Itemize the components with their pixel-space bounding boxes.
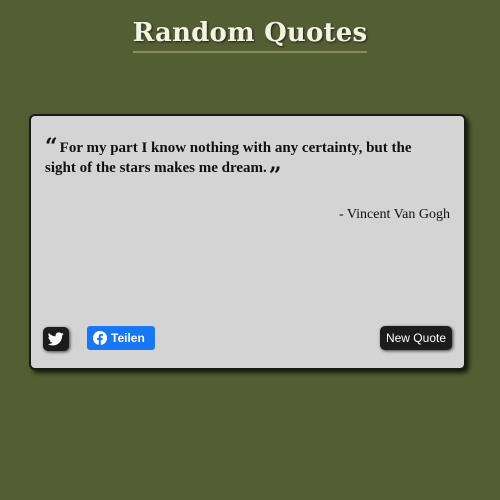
facebook-share-button[interactable]: Teilen <box>87 326 155 350</box>
close-quote-icon: ” <box>268 163 282 189</box>
title-container: Random Quotes <box>0 16 500 53</box>
quote-block: “For my part I know nothing with any cer… <box>45 136 445 187</box>
quote-card: “For my part I know nothing with any cer… <box>29 114 466 370</box>
share-button-label: Teilen <box>111 331 145 345</box>
new-quote-button[interactable]: New Quote <box>379 326 452 350</box>
quote-author: - Vincent Van Gogh <box>338 207 450 222</box>
open-quote-icon: “ <box>45 134 58 160</box>
page: Random Quotes “For my part I know nothin… <box>0 0 500 500</box>
quote-text: For my part I know nothing with any cert… <box>45 140 412 176</box>
facebook-icon <box>93 331 107 345</box>
tweet-button[interactable] <box>43 327 69 351</box>
twitter-icon <box>48 332 64 346</box>
new-quote-button-label: New Quote <box>385 331 446 345</box>
page-title: Random Quotes <box>132 16 368 53</box>
